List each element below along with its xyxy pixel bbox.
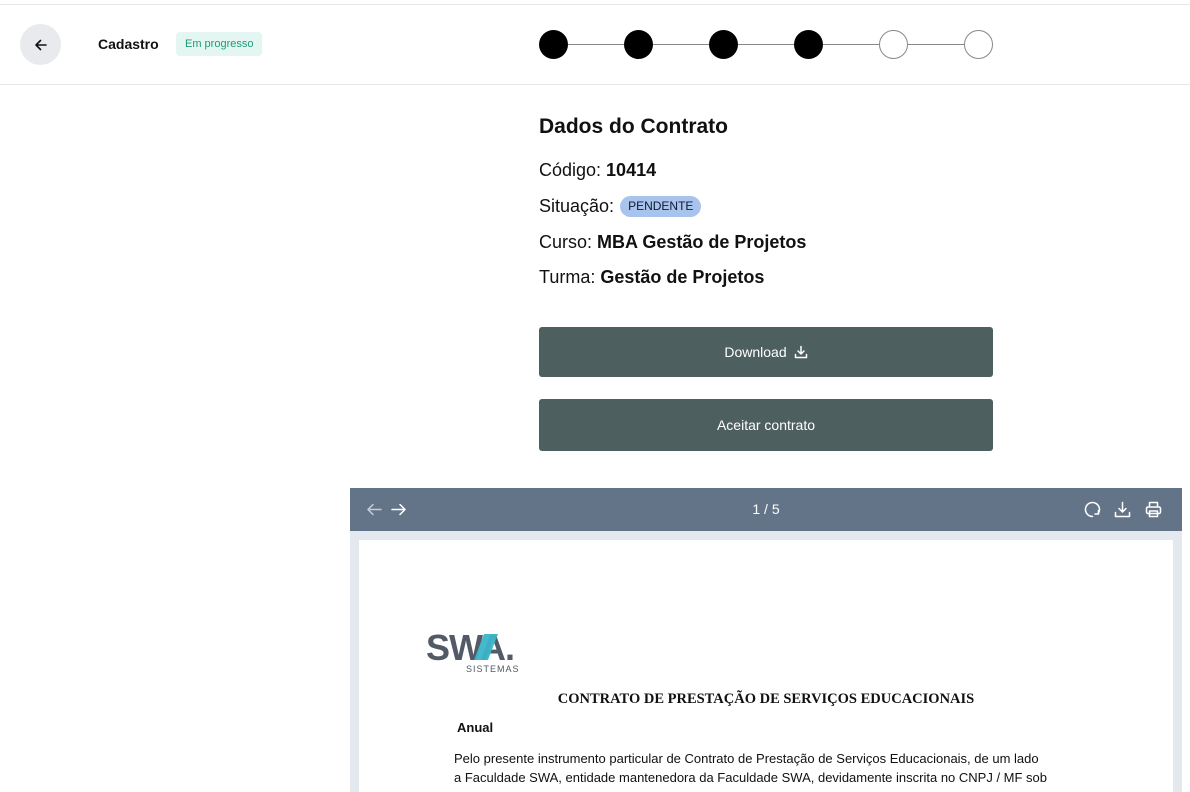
document-line: Pelo presente instrumento particular de … xyxy=(454,751,1039,766)
viewer-download-button[interactable] xyxy=(1114,501,1131,518)
document-title: CONTRATO DE PRESTAÇÃO DE SERVIÇOS EDUCAC… xyxy=(557,691,975,707)
page-title: Cadastro xyxy=(98,36,159,52)
step-connector xyxy=(908,44,964,45)
rotate-button[interactable] xyxy=(1084,501,1101,518)
status-badge: Em progresso xyxy=(176,32,263,56)
svg-text:SWA.: SWA. xyxy=(426,628,514,668)
situacao-row: Situação: PENDENTE xyxy=(539,196,702,217)
step-connector xyxy=(738,44,794,45)
arrow-left-icon xyxy=(367,503,382,516)
print-button[interactable] xyxy=(1145,501,1162,518)
curso-label: Curso: xyxy=(539,232,593,252)
next-page-button[interactable] xyxy=(390,501,407,518)
turma-row: Turma: Gestão de Projetos xyxy=(539,267,764,288)
page-indicator: 1 / 5 xyxy=(752,501,780,517)
download-icon xyxy=(1114,501,1131,518)
step-3 xyxy=(709,30,738,59)
accept-contract-label: Aceitar contrato xyxy=(716,417,816,433)
step-connector xyxy=(823,44,879,45)
step-connector xyxy=(653,44,709,45)
step-connector xyxy=(568,44,624,45)
printer-icon xyxy=(1145,501,1162,518)
download-icon xyxy=(794,345,807,359)
pdf-viewer: 1 / 5 SWA. SISTEMAS CONTRATO DE PRESTAÇÃ… xyxy=(350,488,1182,792)
curso-value: MBA Gestão de Projetos xyxy=(597,232,807,252)
step-6 xyxy=(964,30,993,59)
svg-text:SISTEMAS: SISTEMAS xyxy=(466,664,520,674)
situacao-pill: PENDENTE xyxy=(620,196,702,217)
pdf-page: SWA. SISTEMAS CONTRATO DE PRESTAÇÃO DE S… xyxy=(359,540,1173,792)
arrow-right-icon xyxy=(391,503,406,516)
document-body: Pelo presente instrumento particular de … xyxy=(454,749,1054,787)
download-label: Download xyxy=(724,344,787,360)
arrow-left-icon xyxy=(34,39,47,50)
accept-contract-button[interactable]: Aceitar contrato xyxy=(539,399,993,451)
step-1 xyxy=(539,30,568,59)
document-subtitle: Anual xyxy=(457,720,494,735)
turma-value: Gestão de Projetos xyxy=(600,267,765,287)
curso-row: Curso: MBA Gestão de Projetos xyxy=(539,232,806,253)
section-title: Dados do Contrato xyxy=(539,115,728,138)
situacao-label: Situação: xyxy=(539,196,615,216)
document-line: a Faculdade SWA, entidade mantenedora da… xyxy=(454,770,1048,785)
codigo-row: Código: 10414 xyxy=(539,160,656,181)
step-4 xyxy=(794,30,823,59)
step-2 xyxy=(624,30,653,59)
viewer-toolbar: 1 / 5 xyxy=(350,488,1182,531)
step-5 xyxy=(879,30,908,59)
progress-stepper xyxy=(539,30,994,60)
rotate-icon xyxy=(1084,501,1101,518)
back-button[interactable] xyxy=(20,24,61,65)
swa-logo: SWA. SISTEMAS xyxy=(426,627,556,674)
page-header: Cadastro Em progresso xyxy=(0,5,1190,85)
download-button[interactable]: Download xyxy=(539,327,993,377)
turma-label: Turma: xyxy=(539,267,596,287)
codigo-label: Código: xyxy=(539,160,602,180)
codigo-value: 10414 xyxy=(606,160,657,180)
prev-page-button[interactable] xyxy=(366,501,383,518)
